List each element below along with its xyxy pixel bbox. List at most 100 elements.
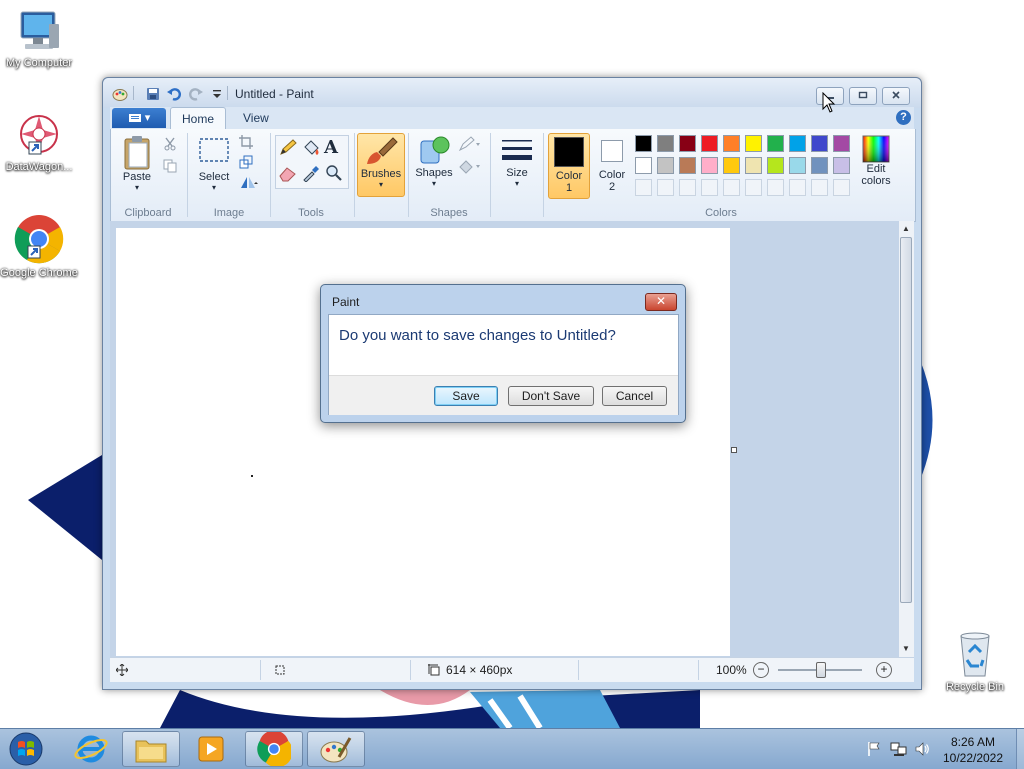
palette-custom-slot[interactable] bbox=[833, 179, 850, 196]
zoom-slider-thumb[interactable] bbox=[816, 662, 826, 678]
taskbar-internet-explorer[interactable] bbox=[62, 731, 120, 767]
palette-custom-slot[interactable] bbox=[789, 179, 806, 196]
magnifier-icon[interactable] bbox=[324, 164, 344, 182]
group-separator bbox=[408, 133, 409, 217]
canvas-resize-handle[interactable] bbox=[731, 447, 737, 453]
desktop-icon-google-chrome[interactable]: Google Chrome bbox=[0, 214, 78, 280]
group-separator bbox=[354, 133, 355, 217]
redo-icon[interactable] bbox=[188, 86, 204, 102]
dialog-close-button[interactable]: ✕ bbox=[645, 293, 677, 311]
size-label: Size bbox=[506, 167, 528, 179]
start-button[interactable] bbox=[4, 731, 48, 767]
save-changes-dialog: Paint ✕ Do you want to save changes to U… bbox=[320, 284, 686, 423]
palette-color-swatch[interactable] bbox=[679, 135, 696, 152]
resize-icon[interactable] bbox=[239, 155, 253, 169]
quick-access-separator bbox=[133, 86, 134, 100]
action-center-flag-icon[interactable] bbox=[866, 741, 882, 757]
tab-view[interactable]: View bbox=[232, 107, 280, 129]
palette-custom-slot[interactable] bbox=[723, 179, 740, 196]
paint-app-icon[interactable] bbox=[112, 86, 128, 102]
palette-color-swatch[interactable] bbox=[723, 157, 740, 174]
text-tool-icon[interactable]: A bbox=[324, 137, 338, 158]
palette-custom-slot[interactable] bbox=[635, 179, 652, 196]
shapes-button[interactable]: Shapes ▾ bbox=[413, 133, 455, 195]
zoom-out-button[interactable]: − bbox=[753, 662, 769, 678]
rotate-icon[interactable] bbox=[239, 175, 259, 189]
dialog-body: Do you want to save changes to Untitled?… bbox=[328, 314, 679, 415]
desktop-icon-recycle-bin[interactable]: Recycle Bin bbox=[936, 630, 1014, 694]
zoom-in-button[interactable]: + bbox=[876, 662, 892, 678]
scrollbar-thumb[interactable] bbox=[900, 237, 912, 603]
group-separator bbox=[187, 133, 188, 217]
fill-bucket-icon[interactable] bbox=[301, 139, 321, 157]
palette-color-swatch[interactable] bbox=[745, 157, 762, 174]
palette-color-swatch[interactable] bbox=[679, 157, 696, 174]
scroll-down-icon[interactable]: ▼ bbox=[902, 644, 910, 653]
close-button[interactable] bbox=[882, 87, 910, 105]
outline-icon[interactable] bbox=[457, 135, 481, 153]
size-button[interactable]: Size ▾ bbox=[495, 133, 539, 195]
crop-icon[interactable] bbox=[239, 135, 253, 149]
fill-icon[interactable] bbox=[457, 157, 481, 175]
palette-color-swatch[interactable] bbox=[811, 157, 828, 174]
palette-color-swatch[interactable] bbox=[833, 157, 850, 174]
palette-color-swatch[interactable] bbox=[811, 135, 828, 152]
desktop-icon-datawagon[interactable]: DataWagon... bbox=[0, 112, 78, 174]
pencil-icon[interactable] bbox=[278, 139, 298, 157]
vertical-scrollbar[interactable]: ▲ ▼ bbox=[899, 221, 914, 657]
undo-icon[interactable] bbox=[166, 86, 182, 102]
status-bar: 614 × 460px 100% − + bbox=[110, 657, 914, 682]
palette-color-swatch[interactable] bbox=[635, 135, 652, 152]
palette-color-swatch[interactable] bbox=[657, 157, 674, 174]
palette-custom-slot[interactable] bbox=[811, 179, 828, 196]
show-desktop-button[interactable] bbox=[1016, 729, 1024, 769]
paste-button[interactable]: Paste ▾ bbox=[117, 133, 157, 197]
tab-home[interactable]: Home bbox=[170, 107, 227, 130]
palette-color-swatch[interactable] bbox=[635, 157, 652, 174]
color1-button[interactable]: Color 1 bbox=[548, 133, 590, 199]
network-icon[interactable] bbox=[890, 741, 908, 757]
scroll-up-icon[interactable]: ▲ bbox=[902, 224, 910, 233]
palette-custom-slot[interactable] bbox=[767, 179, 784, 196]
palette-color-swatch[interactable] bbox=[723, 135, 740, 152]
dont-save-button[interactable]: Don't Save bbox=[508, 386, 594, 406]
palette-color-swatch[interactable] bbox=[657, 135, 674, 152]
cut-icon[interactable] bbox=[163, 137, 177, 151]
title-separator bbox=[227, 86, 228, 100]
palette-custom-slot[interactable] bbox=[745, 179, 762, 196]
palette-color-swatch[interactable] bbox=[789, 157, 806, 174]
volume-icon[interactable] bbox=[914, 741, 930, 757]
palette-color-swatch[interactable] bbox=[789, 135, 806, 152]
taskbar-paint[interactable] bbox=[307, 731, 365, 767]
save-icon[interactable] bbox=[145, 86, 161, 102]
copy-icon[interactable] bbox=[163, 159, 177, 173]
palette-custom-slot[interactable] bbox=[701, 179, 718, 196]
palette-color-swatch[interactable] bbox=[745, 135, 762, 152]
palette-color-swatch[interactable] bbox=[833, 135, 850, 152]
color-picker-icon[interactable] bbox=[301, 164, 321, 182]
palette-custom-slot[interactable] bbox=[657, 179, 674, 196]
customize-toolbar-icon[interactable] bbox=[209, 86, 225, 102]
maximize-button[interactable] bbox=[849, 87, 877, 105]
help-icon[interactable]: ? bbox=[896, 110, 911, 125]
palette-custom-slot[interactable] bbox=[679, 179, 696, 196]
brushes-button[interactable]: Brushes ▾ bbox=[357, 133, 405, 197]
desktop-icon-my-computer[interactable]: My Computer bbox=[0, 10, 78, 70]
palette-color-swatch[interactable] bbox=[767, 157, 784, 174]
save-button[interactable]: Save bbox=[434, 386, 498, 406]
taskbar-media-player[interactable] bbox=[182, 731, 240, 767]
taskbar-google-chrome[interactable] bbox=[245, 731, 303, 767]
select-button[interactable]: Select ▾ bbox=[195, 133, 233, 197]
color2-button[interactable]: Color 2 bbox=[592, 133, 632, 197]
taskbar-clock[interactable]: 8:26 AM 10/22/2022 bbox=[930, 734, 1016, 766]
edit-colors-button[interactable]: Edit colors bbox=[855, 133, 897, 197]
computer-icon bbox=[20, 11, 59, 49]
line-size-icon bbox=[502, 140, 532, 160]
eraser-icon[interactable] bbox=[278, 164, 298, 182]
cancel-button[interactable]: Cancel bbox=[602, 386, 667, 406]
palette-color-swatch[interactable] bbox=[767, 135, 784, 152]
palette-color-swatch[interactable] bbox=[701, 135, 718, 152]
paint-menu-button[interactable]: ▾ bbox=[112, 108, 166, 128]
taskbar-file-explorer[interactable] bbox=[122, 731, 180, 767]
palette-color-swatch[interactable] bbox=[701, 157, 718, 174]
